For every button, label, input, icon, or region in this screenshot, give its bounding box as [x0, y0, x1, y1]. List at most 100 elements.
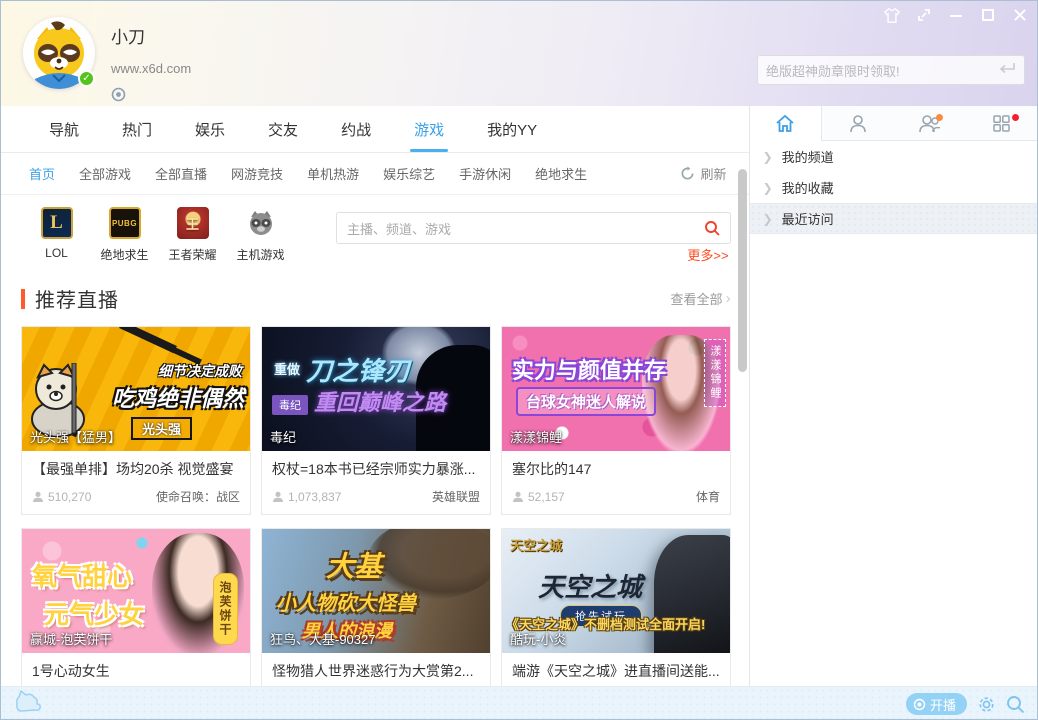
- search-input[interactable]: 主播、频道、游戏: [336, 212, 731, 244]
- apps-grid-icon: [992, 114, 1011, 133]
- live-card[interactable]: 重做 刀之锋刃 毒纪 重回巅峰之路 毒纪 权杖=18本书已经宗师实力暴涨... …: [261, 326, 491, 515]
- section-accent-bar: [21, 289, 25, 309]
- promo-input[interactable]: 绝版超神勋章限时领取!: [757, 55, 1025, 85]
- subnav-variety[interactable]: 娱乐综艺: [383, 164, 435, 183]
- more-link[interactable]: 更多>>: [687, 245, 728, 264]
- tab-contacts[interactable]: [822, 106, 894, 140]
- live-card[interactable]: 氧气甜心 元气少女 泡芙饼干 赢城-泡芙饼干 1号心动女生: [21, 528, 251, 686]
- broadcast-icon: [913, 698, 926, 711]
- live-card[interactable]: 细节决定成败 吃鸡绝非偶然 光头强 光头强【猛男】 【最强单排】场均20杀 视觉…: [21, 326, 251, 515]
- subnav-all-live[interactable]: 全部直播: [155, 164, 207, 183]
- streamer-name-overlay: 赢城-泡芙饼干: [30, 629, 112, 648]
- theme-shirt-icon[interactable]: [883, 7, 901, 23]
- refresh-button[interactable]: 刷新: [680, 164, 727, 183]
- sidebar-item-my-favorites[interactable]: ❯ 我的收藏: [750, 172, 1037, 203]
- home-icon: [775, 114, 795, 133]
- card-title[interactable]: 1号心动女生: [32, 661, 240, 681]
- card-title[interactable]: 端游《天空之城》进直播间送能...: [512, 661, 720, 681]
- streamer-name-overlay: 酷玩-小炎: [510, 629, 566, 648]
- footer-search-icon[interactable]: [1006, 695, 1025, 714]
- mascot-cat-icon[interactable]: [13, 689, 43, 720]
- card-title[interactable]: 权杖=18本书已经宗师实力暴涨...: [272, 459, 480, 479]
- search-placeholder: 主播、频道、游戏: [347, 219, 704, 238]
- sidebar-item-recent-visits[interactable]: ❯ 最近访问: [750, 203, 1037, 234]
- header: ✓ 小刀 www.x6d.com: [1, 1, 1037, 106]
- minimize-button[interactable]: [947, 7, 965, 23]
- sub-nav: 首页 全部游戏 全部直播 网游竞技 单机热游 娱乐综艺 手游休闲 绝地求生 刷新: [1, 153, 749, 195]
- go-live-button[interactable]: 开播: [906, 693, 967, 715]
- vertical-scrollbar[interactable]: [738, 169, 747, 372]
- section-title: 推荐直播: [35, 284, 119, 313]
- tab-games[interactable]: 游戏: [414, 106, 444, 152]
- view-all-link[interactable]: 查看全部 ›: [671, 289, 731, 308]
- right-sidebar: ❯ 我的频道 ❯ 我的收藏 ❯ 最近访问: [749, 106, 1037, 686]
- titlebar-controls: [883, 7, 1029, 23]
- notification-dot: [936, 114, 943, 121]
- maximize-button[interactable]: [979, 7, 997, 23]
- tab-match[interactable]: 约战: [341, 106, 371, 152]
- subnav-all-games[interactable]: 全部游戏: [79, 164, 131, 183]
- console-raccoon-icon: [245, 207, 277, 239]
- contact-person-icon: [849, 114, 867, 133]
- lol-game-icon: L: [41, 207, 73, 239]
- tab-hot[interactable]: 热门: [122, 106, 152, 152]
- bottom-bar: 开播: [1, 686, 1037, 720]
- card-category[interactable]: 使命召唤：战区: [156, 488, 240, 505]
- online-check-badge: ✓: [78, 70, 95, 87]
- sidebar-tabs: [750, 106, 1037, 141]
- streamer-name-overlay: 漾漾锦鲤: [510, 427, 562, 446]
- streamer-name-overlay: 毒纪: [270, 427, 296, 446]
- settings-gear-icon[interactable]: [977, 695, 996, 714]
- section-header: 推荐直播 查看全部 ›: [21, 284, 731, 313]
- card-thumbnail[interactable]: 细节决定成败 吃鸡绝非偶然 光头强 光头强【猛男】: [22, 327, 250, 451]
- tab-friends[interactable]: 交友: [268, 106, 298, 152]
- subnav-online-games[interactable]: 网游竞技: [231, 164, 283, 183]
- game-shortcut-lol[interactable]: L LOL: [29, 207, 84, 263]
- viewer-person-icon: [32, 491, 44, 503]
- viewer-count: 52,157: [512, 488, 565, 505]
- subnav-home[interactable]: 首页: [29, 164, 55, 183]
- mini-mode-icon[interactable]: [915, 7, 933, 23]
- side-badge: 漾漾锦鲤: [704, 339, 726, 407]
- subnav-pubg[interactable]: 绝地求生: [535, 164, 587, 183]
- yy-client-window: ✓ 小刀 www.x6d.com: [0, 0, 1038, 720]
- subnav-mobile-games[interactable]: 手游休闲: [459, 164, 511, 183]
- tab-my-yy[interactable]: 我的YY: [487, 106, 537, 152]
- viewer-count: 1,073,837: [272, 488, 341, 505]
- card-category[interactable]: 英雄联盟: [432, 488, 480, 505]
- tab-entertainment[interactable]: 娱乐: [195, 106, 225, 152]
- tab-groups[interactable]: [894, 106, 966, 140]
- tab-navigation[interactable]: 导航: [49, 106, 79, 152]
- enter-arrow-icon[interactable]: [998, 61, 1016, 79]
- promo-placeholder: 绝版超神勋章限时领取!: [766, 61, 998, 80]
- chevron-right-icon: ❯: [763, 150, 773, 164]
- card-title[interactable]: 怪物猎人世界迷惑行为大赏第2...: [272, 661, 480, 681]
- notification-dot: [1012, 114, 1019, 121]
- card-thumbnail[interactable]: 重做 刀之锋刃 毒纪 重回巅峰之路 毒纪: [262, 327, 490, 451]
- game-shortcut-pubg[interactable]: PUBG 绝地求生: [97, 207, 152, 263]
- pubg-game-icon: PUBG: [109, 207, 141, 239]
- card-thumbnail[interactable]: 实力与颜值并存 台球女神迷人解说 漾漾锦鲤 漾漾锦鲤: [502, 327, 730, 451]
- game-shortcut-wzry[interactable]: 王 王者荣耀: [165, 207, 220, 263]
- card-thumbnail[interactable]: 氧气甜心 元气少女 泡芙饼干 赢城-泡芙饼干: [22, 529, 250, 653]
- subnav-pc-games[interactable]: 单机热游: [307, 164, 359, 183]
- card-category[interactable]: 体育: [696, 488, 720, 505]
- status-target-icon[interactable]: [111, 87, 126, 107]
- card-title[interactable]: 塞尔比的147: [512, 459, 720, 479]
- avatar[interactable]: ✓: [23, 17, 95, 89]
- card-title[interactable]: 【最强单排】场均20杀 视觉盛宴: [32, 459, 240, 479]
- live-card[interactable]: 天空之城 天空之城 抢先试玩 《天空之城》不删档测试全面开启! 酷玩-小炎 端游…: [501, 528, 731, 686]
- close-button[interactable]: [1011, 7, 1029, 23]
- live-card[interactable]: 实力与颜值并存 台球女神迷人解说 漾漾锦鲤 漾漾锦鲤 塞尔比的147 52,15…: [501, 326, 731, 515]
- sidebar-item-my-channels[interactable]: ❯ 我的频道: [750, 141, 1037, 172]
- tab-channels-home[interactable]: [750, 106, 823, 141]
- refresh-icon: [680, 166, 695, 181]
- card-thumbnail[interactable]: 大基 小人物砍大怪兽 男人的浪漫 狂鸟、大基-90327: [262, 529, 490, 653]
- live-card[interactable]: 大基 小人物砍大怪兽 男人的浪漫 狂鸟、大基-90327 怪物猎人世界迷惑行为大…: [261, 528, 491, 686]
- game-shortcut-console[interactable]: 主机游戏: [233, 207, 288, 263]
- card-thumbnail[interactable]: 天空之城 天空之城 抢先试玩 《天空之城》不删档测试全面开启! 酷玩-小炎: [502, 529, 730, 653]
- user-signature: www.x6d.com: [111, 61, 191, 76]
- tab-apps-grid[interactable]: [965, 106, 1037, 140]
- username[interactable]: 小刀: [111, 23, 191, 48]
- search-icon[interactable]: [704, 220, 720, 236]
